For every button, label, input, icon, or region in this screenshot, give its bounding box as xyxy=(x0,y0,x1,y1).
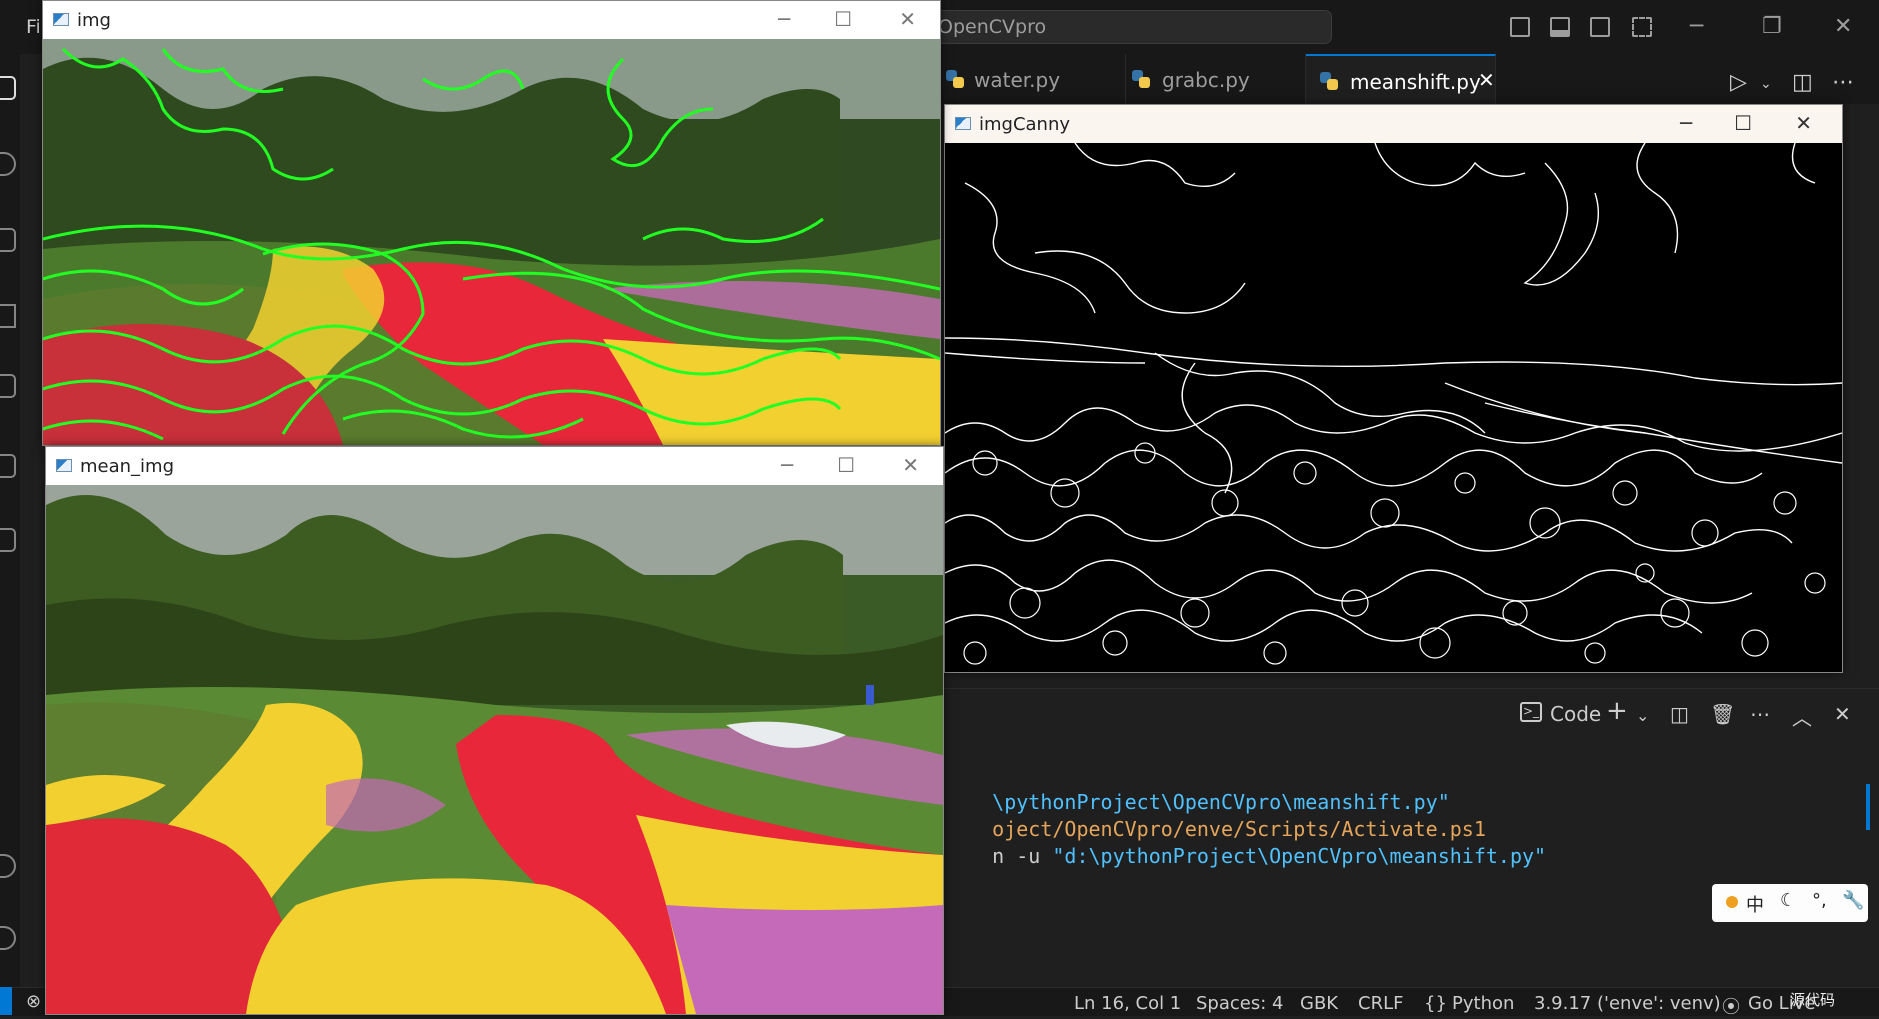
new-terminal-icon[interactable]: + xyxy=(1606,696,1628,726)
account-icon[interactable] xyxy=(0,854,16,878)
canny-edges-graphic xyxy=(945,143,1842,665)
mean-img-window[interactable]: mean_img ─ ☐ ✕ xyxy=(45,446,944,1015)
imgcanny-window[interactable]: imgCanny ─ ☐ ✕ xyxy=(944,104,1843,673)
smoothed-tulip-field xyxy=(46,485,943,1014)
python-file-icon xyxy=(946,70,964,88)
minimize-icon[interactable]: ─ xyxy=(778,7,790,31)
close-icon[interactable]: ✕ xyxy=(1795,111,1812,135)
explorer-icon[interactable] xyxy=(0,76,16,100)
terminal-name[interactable]: Code xyxy=(1550,702,1601,726)
ime-language[interactable]: 中 xyxy=(1746,891,1764,917)
close-icon[interactable]: ✕ xyxy=(1834,14,1852,39)
toggle-primary-sidebar-icon[interactable] xyxy=(1510,17,1530,37)
search-icon[interactable] xyxy=(0,152,16,176)
tab-label: water.py xyxy=(974,68,1061,92)
terminal-scroll-decoration xyxy=(1866,784,1870,830)
menu-file-fragment[interactable]: Fi xyxy=(26,16,41,38)
panel-header xyxy=(944,689,1879,739)
split-editor-icon[interactable]: ◫ xyxy=(1792,70,1813,95)
terminal-icon: >_ xyxy=(1520,702,1542,722)
run-python-file-icon[interactable]: ▷ xyxy=(1730,70,1747,95)
minimize-icon[interactable]: ─ xyxy=(1680,111,1692,135)
manage-gear-icon[interactable] xyxy=(0,926,16,950)
maximize-panel-chevron-up-icon[interactable]: ︿ xyxy=(1792,702,1812,731)
ime-toolbar[interactable]: 中 ☾ °, 🔧 xyxy=(1712,884,1868,922)
terminal-output[interactable]: \pythonProject\OpenCVpro\meanshift.py" o… xyxy=(944,760,1879,960)
ime-settings-wrench-icon[interactable]: 🔧 xyxy=(1842,890,1864,911)
terminal-dropdown-chevron-icon[interactable]: ⌄ xyxy=(1636,706,1649,725)
maximize-icon[interactable]: ☐ xyxy=(834,7,852,31)
tab-water-py[interactable]: water.py xyxy=(940,54,1126,104)
maximize-icon[interactable]: ☐ xyxy=(837,453,855,477)
indentation[interactable]: Spaces: 4 xyxy=(1196,993,1283,1014)
tab-close-icon[interactable]: ✕ xyxy=(1478,68,1495,92)
line-ending[interactable]: CRLF xyxy=(1358,993,1403,1014)
terminal-line-text: n -u xyxy=(992,844,1053,868)
tab-grabc-py[interactable]: grabc.py xyxy=(1126,54,1306,104)
tab-label: meanshift.py xyxy=(1350,70,1481,94)
close-icon[interactable]: ✕ xyxy=(899,7,916,31)
python-interpreter[interactable]: 3.9.17 ('enve': venv) xyxy=(1534,993,1721,1014)
cursor-position[interactable]: Ln 16, Col 1 xyxy=(1074,993,1181,1014)
tab-meanshift-py[interactable]: meanshift.py ✕ xyxy=(1306,54,1496,104)
img-window[interactable]: img ─ ☐ ✕ xyxy=(42,0,941,446)
command-center-text: OpenCVpro xyxy=(938,16,1047,38)
toggle-panel-icon[interactable] xyxy=(1550,17,1570,37)
ime-dot-icon xyxy=(1726,896,1738,908)
terminal-line: n -u "d:\pythonProject\OpenCVpro\meanshi… xyxy=(944,820,1546,892)
testing-icon[interactable] xyxy=(0,528,16,552)
broadcast-icon: ⦿ xyxy=(1722,997,1740,1018)
python-file-icon xyxy=(1320,72,1338,90)
tulip-field-with-contours xyxy=(43,39,940,445)
watermark: 源代码 xyxy=(1790,991,1836,1009)
contour-image xyxy=(43,39,940,445)
split-terminal-icon[interactable]: ◫ xyxy=(1670,702,1689,726)
canny-edge-image xyxy=(945,143,1842,672)
panel-more-icon[interactable]: ⋯ xyxy=(1750,702,1770,726)
minimize-icon[interactable]: ─ xyxy=(1690,14,1703,39)
tab-label: grabc.py xyxy=(1162,68,1250,92)
language-mode[interactable]: Python xyxy=(1452,993,1514,1014)
window-title-bar[interactable]: mean_img ─ ☐ ✕ xyxy=(46,447,943,485)
more-actions-icon[interactable]: ⋯ xyxy=(1832,70,1854,95)
terminal-line-text: "d:\pythonProject\OpenCVpro\meanshift.py… xyxy=(1052,844,1547,868)
encoding[interactable]: GBK xyxy=(1300,993,1338,1014)
window-title-bar[interactable]: imgCanny ─ ☐ ✕ xyxy=(945,105,1842,143)
customize-layout-icon[interactable] xyxy=(1632,17,1652,37)
notifications-circle-icon[interactable]: ⊗ xyxy=(26,991,41,1012)
close-panel-icon[interactable]: ✕ xyxy=(1834,702,1851,726)
maximize-icon[interactable]: ☐ xyxy=(1734,111,1752,135)
window-title: imgCanny xyxy=(979,114,1071,135)
remote-indicator[interactable] xyxy=(0,987,12,1015)
run-dropdown-chevron-icon[interactable]: ⌄ xyxy=(1760,76,1772,92)
extensions-icon[interactable] xyxy=(0,374,16,398)
language-braces-icon: {} xyxy=(1424,993,1447,1014)
app-icon xyxy=(955,117,971,130)
toggle-secondary-sidebar-icon[interactable] xyxy=(1590,17,1610,37)
run-debug-icon[interactable] xyxy=(0,304,16,328)
source-control-icon[interactable] xyxy=(0,228,16,252)
app-icon xyxy=(56,459,72,472)
meanshift-result-image xyxy=(46,485,943,1014)
minimize-icon[interactable]: ─ xyxy=(781,453,793,477)
restore-icon[interactable]: ❐ xyxy=(1762,14,1782,39)
window-title: mean_img xyxy=(80,456,175,477)
ime-moon-icon[interactable]: ☾ xyxy=(1780,890,1796,911)
ime-punctuation-icon[interactable]: °, xyxy=(1812,890,1827,911)
app-icon xyxy=(53,13,69,26)
kill-terminal-trash-icon[interactable]: 🗑 xyxy=(1710,702,1735,726)
window-title: img xyxy=(77,10,111,31)
remote-explorer-icon[interactable] xyxy=(0,454,16,478)
window-title-bar[interactable]: img ─ ☐ ✕ xyxy=(43,1,940,39)
activity-bar xyxy=(0,48,20,1015)
close-icon[interactable]: ✕ xyxy=(902,453,919,477)
python-file-icon xyxy=(1132,70,1150,88)
